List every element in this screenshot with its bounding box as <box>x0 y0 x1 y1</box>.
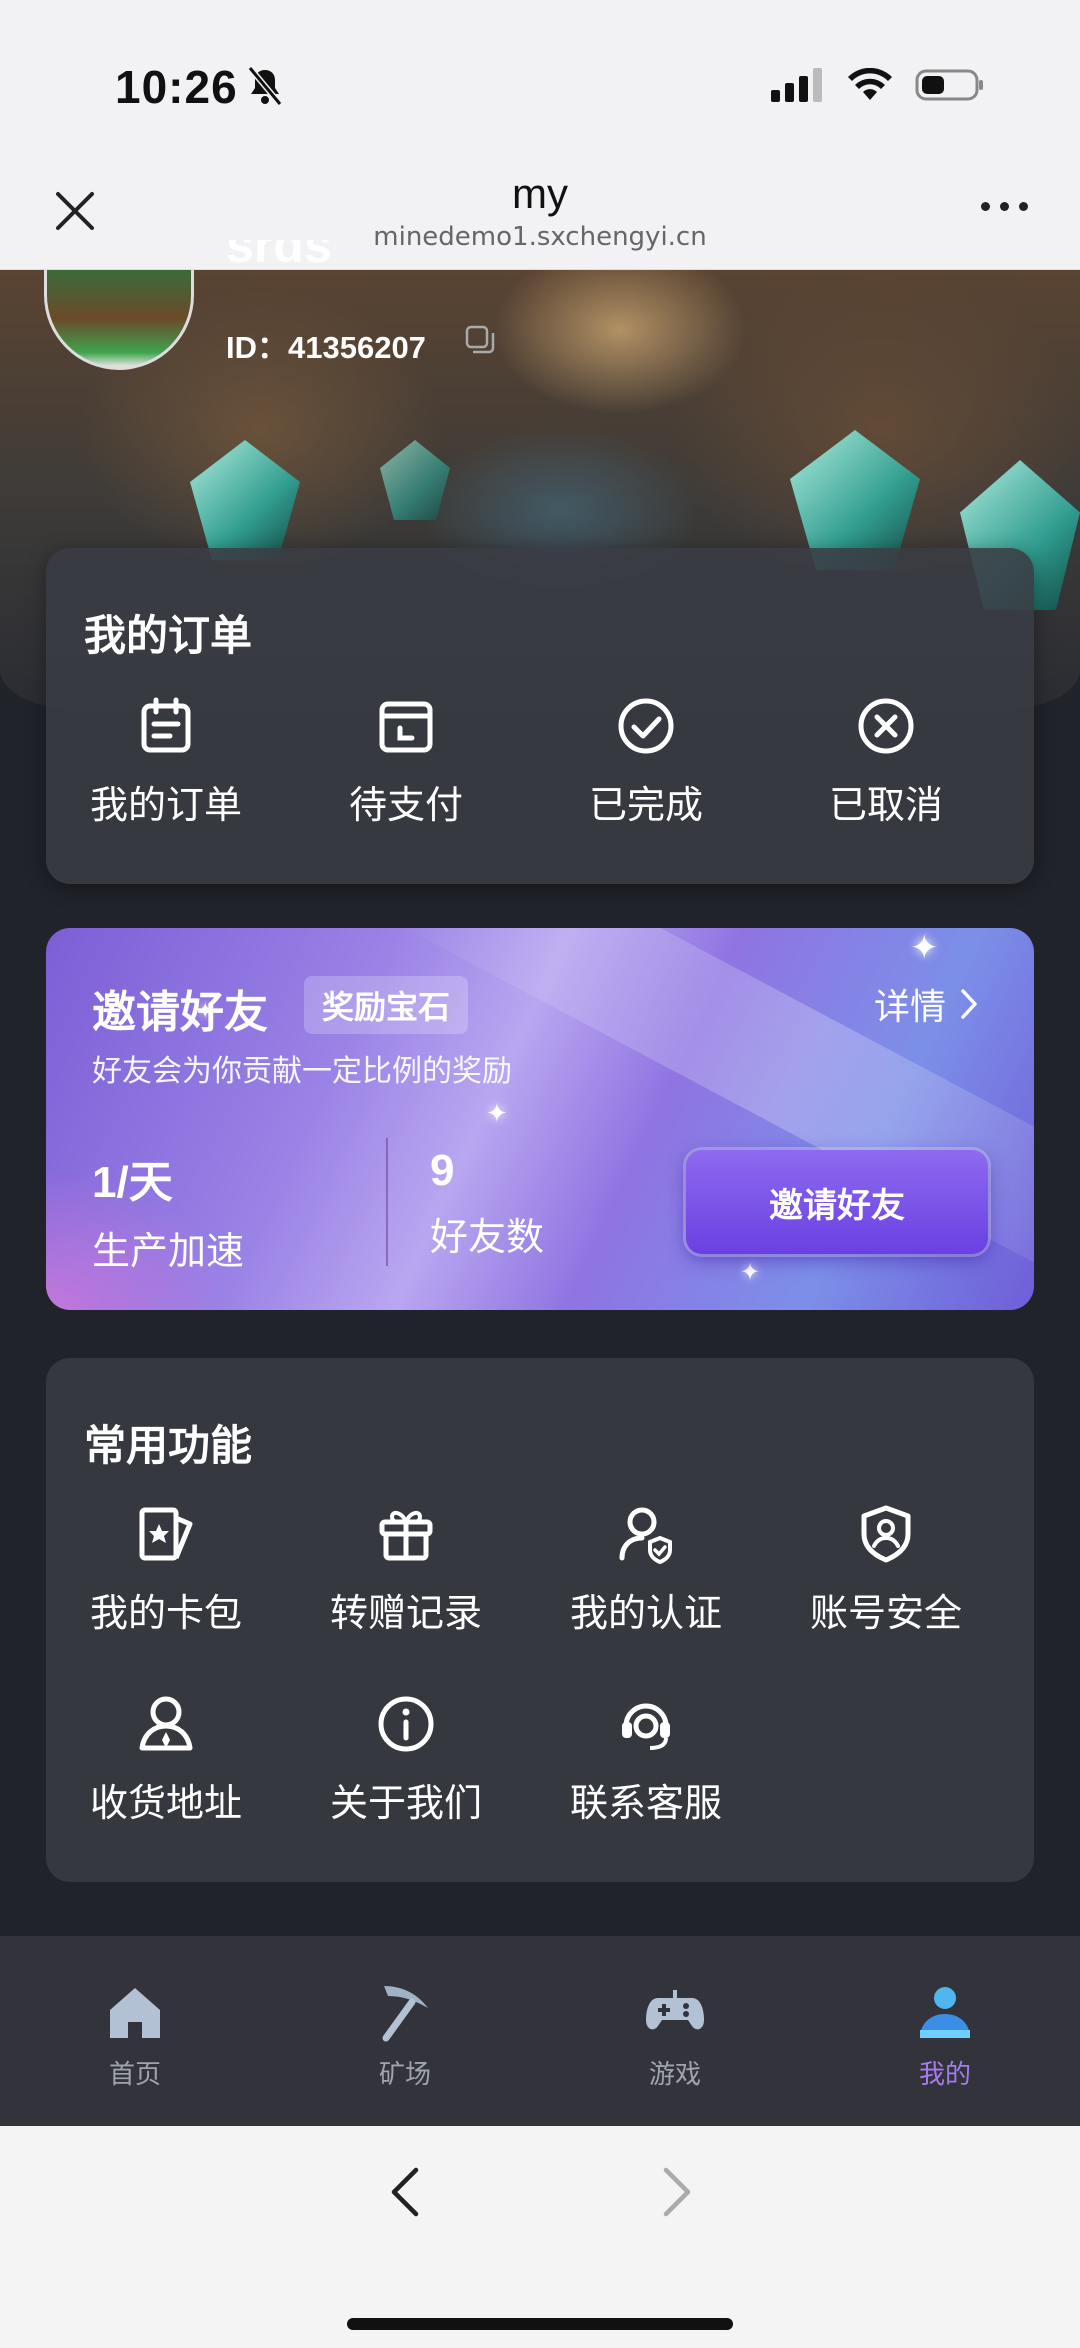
bottom-tab-bar: 首页 矿场 游戏 我的 <box>0 1936 1080 2126</box>
invite-badge: 奖励宝石 <box>304 976 469 1034</box>
orders-item-label: 我的订单 <box>89 785 242 827</box>
orders-card: 我的订单 我的订单 待支付 已完成 已取消 <box>46 548 1034 884</box>
func-item-label: 我的卡包 <box>89 1593 242 1635</box>
func-item-label: 转赠记录 <box>329 1593 482 1635</box>
orders-item-all[interactable]: 我的订单 <box>46 696 286 829</box>
invite-detail-label: 详情 <box>873 986 946 1027</box>
browser-toolbar <box>0 2126 1080 2348</box>
status-bar: 10:26 <box>0 0 1080 160</box>
gift-icon <box>379 1510 433 1561</box>
home-icon <box>110 1988 160 2038</box>
user-id: ID：41356207 <box>226 330 426 365</box>
more-menu-button[interactable] <box>981 202 1028 211</box>
divider <box>386 1138 388 1266</box>
orders-item-label: 待支付 <box>348 785 463 827</box>
stat-speed: 1/天 生产加速 <box>92 1146 244 1275</box>
forward-icon[interactable] <box>660 2164 694 2220</box>
user-verified-icon <box>619 1507 672 1564</box>
shield-user-icon <box>861 1505 911 1563</box>
orders-grid: 我的订单 待支付 已完成 已取消 <box>46 696 1034 829</box>
func-item-cards[interactable]: 我的卡包 <box>46 1504 286 1637</box>
wallet-icon <box>379 701 433 753</box>
wifi-icon <box>848 68 892 100</box>
func-item-address[interactable]: 收货地址 <box>46 1694 286 1827</box>
tab-label: 首页 <box>108 2059 161 2089</box>
dot-icon <box>1019 202 1028 211</box>
copy-icon[interactable] <box>464 324 496 356</box>
chevron-right-icon <box>961 989 977 1019</box>
gamepad-icon <box>646 1990 704 2030</box>
orders-item-completed[interactable]: 已完成 <box>526 696 766 829</box>
username: srds <box>226 240 332 273</box>
stat-value: 1/天 <box>92 1158 173 1207</box>
page-url: minedemo1.sxchengyi.cn <box>373 222 707 252</box>
dot-icon <box>1000 202 1009 211</box>
invite-detail-link[interactable]: 详情 <box>874 978 978 1030</box>
clipboard-icon <box>141 697 191 753</box>
functions-title: 常用功能 <box>84 1422 253 1469</box>
invite-subtitle: 好友会为你贡献一定比例的奖励 <box>92 1055 512 1088</box>
crystal-decoration <box>380 440 450 520</box>
bell-muted-icon <box>247 66 283 106</box>
func-item-label: 联系客服 <box>569 1783 722 1825</box>
func-item-security[interactable]: 账号安全 <box>766 1504 1006 1637</box>
tab-label: 矿场 <box>378 2059 431 2089</box>
func-item-label: 关于我们 <box>329 1783 482 1825</box>
stat-label: 好友数 <box>430 1217 545 1259</box>
orders-item-label: 已完成 <box>588 785 703 827</box>
headset-icon <box>622 1703 670 1750</box>
dot-icon <box>981 202 990 211</box>
card-icon <box>139 1507 193 1561</box>
func-item-label: 账号安全 <box>809 1593 962 1635</box>
functions-card: 常用功能 我的卡包 转赠记录 我的认证 账号安全 收货地址 关于我们 联系客服 <box>46 1358 1034 1882</box>
func-item-verify[interactable]: 我的认证 <box>526 1504 766 1637</box>
signal-icon <box>771 68 822 102</box>
orders-title: 我的订单 <box>84 612 253 659</box>
func-item-label: 收货地址 <box>89 1783 242 1825</box>
sparkle-icon: ✦ <box>486 1098 508 1128</box>
func-item-label: 我的认证 <box>569 1593 722 1635</box>
tab-label: 我的 <box>918 2059 971 2089</box>
stat-label: 生产加速 <box>92 1231 245 1273</box>
functions-grid-row1: 我的卡包 转赠记录 我的认证 账号安全 <box>46 1504 1034 1637</box>
info-icon <box>378 1696 434 1752</box>
home-indicator <box>347 2318 733 2330</box>
crystal-decoration <box>190 440 300 560</box>
sparkle-icon: ✦ <box>740 1259 761 1286</box>
stat-friends: 9 好友数 <box>430 1146 544 1261</box>
orders-item-label: 已取消 <box>828 785 943 827</box>
sparkle-icon: ✦ <box>910 929 939 967</box>
back-icon[interactable] <box>388 2164 422 2220</box>
orders-item-cancelled[interactable]: 已取消 <box>766 696 1006 829</box>
func-item-about[interactable]: 关于我们 <box>286 1694 526 1827</box>
status-time: 10:26 <box>115 61 238 113</box>
functions-grid-row2: 收货地址 关于我们 联系客服 <box>46 1694 1034 1827</box>
tab-games[interactable]: 游戏 <box>540 1936 810 2126</box>
invite-title: 邀请好友 <box>92 988 268 1037</box>
orders-item-pending[interactable]: 待支付 <box>286 696 526 829</box>
stat-value: 9 <box>430 1146 455 1195</box>
tab-profile[interactable]: 我的 <box>810 1936 1080 2126</box>
status-icons <box>771 68 985 102</box>
x-circle-icon <box>858 698 914 754</box>
invite-card: ✦ ✦ ✦ ✦ 邀请好友 奖励宝石 详情 好友会为你贡献一定比例的奖励 1/天 … <box>46 928 1034 1310</box>
pickaxe-icon <box>382 1986 428 2042</box>
tab-home[interactable]: 首页 <box>0 1936 270 2126</box>
page-title: my <box>512 170 568 217</box>
tab-mine[interactable]: 矿场 <box>270 1936 540 2126</box>
battery-icon <box>915 69 983 101</box>
location-user-icon <box>139 1696 193 1751</box>
func-item-transfer[interactable]: 转赠记录 <box>286 1504 526 1637</box>
tab-label: 游戏 <box>648 2059 701 2089</box>
check-circle-icon <box>618 698 674 754</box>
browser-header: my minedemo1.sxchengyi.cn <box>0 160 1080 270</box>
invite-friends-button[interactable]: 邀请好友 <box>686 1150 988 1254</box>
func-item-support[interactable]: 联系客服 <box>526 1694 766 1827</box>
profile-icon <box>920 1987 970 2038</box>
